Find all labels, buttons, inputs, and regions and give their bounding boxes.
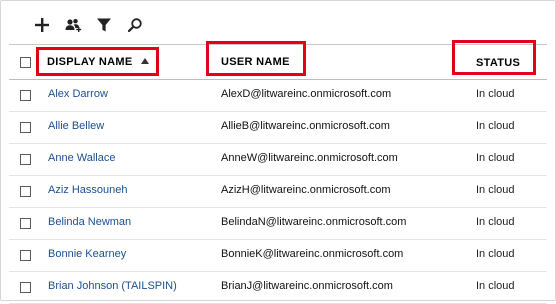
row-checkbox[interactable] <box>20 90 31 101</box>
status-cell: In cloud <box>476 184 515 196</box>
column-header-user-name[interactable]: USER NAME <box>221 56 290 68</box>
user-name-cell: BrianJ@litwareinc.onmicrosoft.com <box>221 280 393 292</box>
row-checkbox[interactable] <box>20 186 31 197</box>
row-checkbox[interactable] <box>20 218 31 229</box>
filter-icon <box>97 18 111 32</box>
status-cell: In cloud <box>476 88 515 100</box>
table-header: DISPLAY NAME USER NAME STATUS <box>1 40 555 78</box>
column-header-display-name[interactable]: DISPLAY NAME <box>47 56 149 68</box>
row-checkbox[interactable] <box>20 122 31 133</box>
display-name-link[interactable]: Allie Bellew <box>48 120 104 132</box>
table-row[interactable]: Allie Bellew AllieB@litwareinc.onmicroso… <box>9 112 547 144</box>
user-name-cell: AlexD@litwareinc.onmicrosoft.com <box>221 88 392 100</box>
display-name-link[interactable]: Alex Darrow <box>48 88 108 100</box>
user-name-cell: AnneW@litwareinc.onmicrosoft.com <box>221 152 398 164</box>
table-row[interactable]: Brian Johnson (TAILSPIN) BrianJ@litwarei… <box>9 272 547 304</box>
select-all-checkbox[interactable] <box>20 57 31 68</box>
status-cell: In cloud <box>476 248 515 260</box>
search-icon <box>128 18 142 32</box>
table-row[interactable]: Bonnie Kearney BonnieK@litwareinc.onmicr… <box>9 240 547 272</box>
row-checkbox[interactable] <box>20 250 31 261</box>
table-row[interactable]: Anne Wallace AnneW@litwareinc.onmicrosof… <box>9 144 547 176</box>
add-icon <box>35 18 49 32</box>
multiple-users-icon <box>65 19 81 32</box>
row-checkbox[interactable] <box>20 154 31 165</box>
column-header-user-name-label: USER NAME <box>221 56 290 68</box>
status-cell: In cloud <box>476 216 515 228</box>
user-list-panel: DISPLAY NAME USER NAME STATUS Alex Darro… <box>0 0 556 304</box>
user-name-cell: AllieB@litwareinc.onmicrosoft.com <box>221 120 390 132</box>
status-cell: In cloud <box>476 120 515 132</box>
table-row[interactable]: Belinda Newman BelindaN@litwareinc.onmic… <box>9 208 547 240</box>
column-header-display-name-label: DISPLAY NAME <box>47 56 133 68</box>
sort-ascending-icon <box>140 58 149 64</box>
display-name-link[interactable]: Anne Wallace <box>48 152 115 164</box>
user-name-cell: BonnieK@litwareinc.onmicrosoft.com <box>221 248 404 260</box>
row-checkbox[interactable] <box>20 282 31 293</box>
status-cell: In cloud <box>476 152 515 164</box>
add-button[interactable] <box>31 14 53 36</box>
status-cell: In cloud <box>476 280 515 292</box>
display-name-link[interactable]: Bonnie Kearney <box>48 248 126 260</box>
display-name-link[interactable]: Brian Johnson (TAILSPIN) <box>48 280 177 292</box>
toolbar <box>31 14 155 36</box>
user-name-cell: BelindaN@litwareinc.onmicrosoft.com <box>221 216 407 228</box>
filter-button[interactable] <box>93 14 115 36</box>
search-button[interactable] <box>124 14 146 36</box>
table-body: Alex Darrow AlexD@litwareinc.onmicrosoft… <box>1 80 555 304</box>
display-name-link[interactable]: Belinda Newman <box>48 216 131 228</box>
table-row[interactable]: Aziz Hassouneh AzizH@litwareinc.onmicros… <box>9 176 547 208</box>
display-name-link[interactable]: Aziz Hassouneh <box>48 184 128 196</box>
user-name-cell: AzizH@litwareinc.onmicrosoft.com <box>221 184 391 196</box>
column-header-status-label: STATUS <box>476 57 521 69</box>
column-header-status[interactable]: STATUS <box>476 57 520 69</box>
table-row[interactable]: Alex Darrow AlexD@litwareinc.onmicrosoft… <box>9 80 547 112</box>
multiple-users-button[interactable] <box>62 14 84 36</box>
